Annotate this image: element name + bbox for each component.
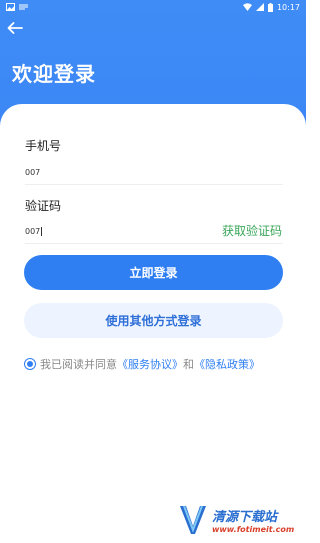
watermark-url: www.fotimeit.com	[212, 525, 295, 534]
privacy-policy-link[interactable]: 《隐私政策》	[194, 356, 260, 372]
code-value: 007	[25, 227, 41, 236]
battery-icon	[267, 2, 273, 12]
agreement-joiner: 和	[183, 358, 194, 371]
get-code-button[interactable]: 获取验证码	[222, 222, 282, 239]
status-time: 10:17	[276, 2, 300, 12]
login-button[interactable]: 立即登录	[24, 255, 283, 290]
text-caret	[41, 227, 43, 236]
notification-icon	[19, 4, 28, 10]
code-divider	[25, 243, 283, 244]
image-icon	[6, 3, 15, 11]
agreement-row: 我已阅读并同意 《服务协议》 和 《隐私政策》	[24, 356, 260, 372]
code-field[interactable]: 007	[25, 227, 43, 236]
code-label: 验证码	[25, 199, 62, 213]
agreement-prefix: 我已阅读并同意	[40, 358, 117, 371]
watermark-brand: 清源下载站	[212, 510, 278, 525]
phone-label: 手机号	[25, 139, 62, 153]
signal-icon	[255, 3, 264, 11]
watermark-logo-icon	[178, 504, 208, 540]
arrow-left-icon	[7, 19, 23, 38]
agreement-checkbox[interactable]	[24, 358, 36, 370]
wifi-icon	[242, 3, 252, 11]
status-bar: 10:17	[0, 0, 306, 14]
watermark: 清源下载站 www.fotimeit.com	[176, 500, 294, 540]
checkbox-dot	[27, 361, 33, 367]
service-agreement-link[interactable]: 《服务协议》	[117, 356, 183, 372]
phone-divider	[25, 184, 283, 185]
page-title: 欢迎登录	[12, 62, 96, 86]
back-button[interactable]	[5, 18, 25, 38]
alt-login-button[interactable]: 使用其他方式登录	[24, 303, 283, 338]
phone-field[interactable]: 007	[25, 168, 40, 177]
